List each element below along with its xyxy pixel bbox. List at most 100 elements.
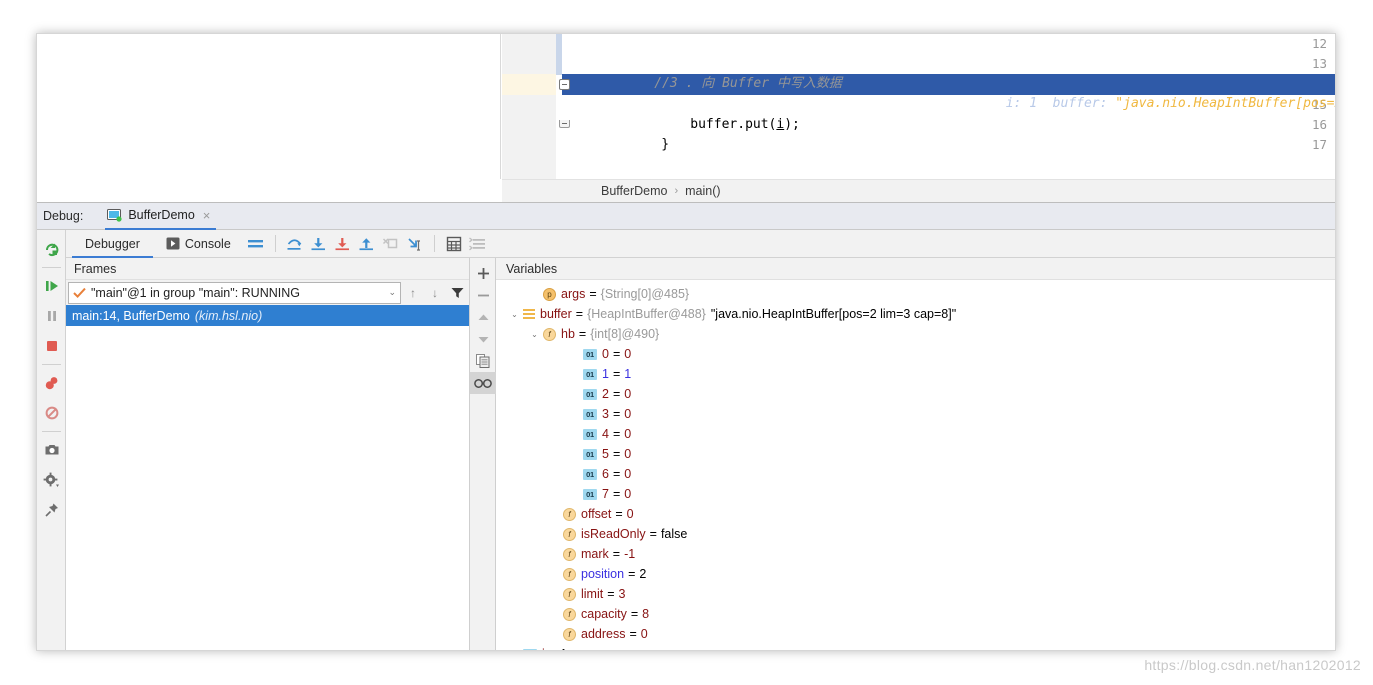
filter-icon[interactable]: [447, 282, 467, 304]
thread-selector[interactable]: "main"@1 in group "main": RUNNING ⌄: [68, 281, 401, 304]
tree-spacer: ·: [568, 388, 581, 401]
debug-session-tab[interactable]: BufferDemo ×: [105, 203, 217, 230]
debug-session-icon: [107, 208, 122, 222]
variables-tree[interactable]: ·pargs={String[0]@485}⌄buffer={HeapIntBu…: [496, 280, 1335, 650]
rerun-button[interactable]: [37, 234, 66, 264]
variable-row[interactable]: ·01 3=0: [496, 404, 1335, 424]
variable-equals: =: [612, 547, 621, 561]
chevron-down-icon[interactable]: ⌄: [508, 308, 521, 321]
field-badge-icon: f: [563, 527, 576, 541]
breadcrumb[interactable]: BufferDemo › main(): [502, 179, 1335, 202]
variable-equals: =: [612, 407, 621, 421]
frame-down-button[interactable]: ↓: [425, 282, 445, 304]
variable-row[interactable]: ·f address=0: [496, 624, 1335, 644]
breadcrumb-method[interactable]: main(): [685, 184, 720, 198]
variable-row[interactable]: ·pargs={String[0]@485}: [496, 284, 1335, 304]
force-step-into-button[interactable]: [331, 232, 355, 256]
breadcrumb-class[interactable]: BufferDemo: [601, 184, 667, 198]
fold-marker-open-icon[interactable]: [559, 79, 570, 90]
mute-breakpoints-button[interactable]: [37, 398, 66, 428]
stop-button[interactable]: [37, 331, 66, 361]
variable-row[interactable]: ·f capacity=8: [496, 604, 1335, 624]
drop-frame-button: [379, 232, 403, 256]
debugger-toolbar: Debugger Console: [66, 230, 1335, 258]
variable-equals: =: [612, 347, 621, 361]
variable-row[interactable]: ·flimit=3: [496, 584, 1335, 604]
triangle-up-icon[interactable]: [470, 306, 496, 328]
tab-debugger-label: Debugger: [85, 236, 140, 251]
tree-spacer: ·: [568, 488, 581, 501]
copy-icon[interactable]: [470, 350, 496, 372]
tree-spacer: ·: [548, 568, 561, 581]
add-watch-button[interactable]: [470, 262, 496, 284]
tree-spacer: ·: [548, 508, 561, 521]
tree-spacer: ·: [568, 448, 581, 461]
variable-row[interactable]: ⌄ buffer = {HeapIntBuffer@488} "java.nio.Hea…: [496, 304, 1335, 324]
step-into-button[interactable]: [307, 232, 331, 256]
glasses-icon[interactable]: [470, 372, 496, 394]
line-number: 13: [1311, 56, 1327, 71]
variable-row[interactable]: ⌄ f hb = {int[8]@490}: [496, 324, 1335, 344]
field-badge-icon: f: [563, 547, 576, 561]
editor-gutter[interactable]: [502, 34, 556, 179]
show-execution-point-button[interactable]: [244, 232, 268, 256]
variable-row[interactable]: ·01 2=0: [496, 384, 1335, 404]
variable-name: 4: [602, 427, 609, 441]
frame-up-button[interactable]: ↑: [403, 282, 423, 304]
variable-equals: =: [607, 587, 615, 601]
triangle-down-icon[interactable]: [470, 328, 496, 350]
variable-row[interactable]: ·01 i = 1: [496, 644, 1335, 650]
variable-row[interactable]: ·foffset=0: [496, 504, 1335, 524]
variable-row[interactable]: ·01 5=0: [496, 444, 1335, 464]
variable-row[interactable]: ·01 7=0: [496, 484, 1335, 504]
chevron-down-icon[interactable]: ⌄: [528, 328, 541, 341]
tree-spacer: ·: [568, 428, 581, 441]
pin-icon[interactable]: [37, 495, 66, 525]
editor-area: 12 13 14 15 16 17 //3 . 向 Buffer 中写入数据 f…: [37, 34, 1335, 179]
variable-reference: {HeapIntBuffer@488}: [587, 307, 706, 321]
variable-name: offset: [581, 507, 612, 521]
resume-program-button[interactable]: [37, 271, 66, 301]
pause-program-button[interactable]: [37, 301, 66, 331]
variable-value: -1: [624, 547, 636, 561]
code-pane[interactable]: 12 13 14 15 16 17 //3 . 向 Buffer 中写入数据 f…: [502, 34, 1335, 179]
frame-row[interactable]: main:14, BufferDemo (kim.hsl.nio): [66, 305, 469, 326]
tree-spacer: ·: [568, 368, 581, 381]
variables-pane: Variables ·pargs={String[0]@485}⌄buffer=…: [496, 258, 1335, 650]
variable-value: 1: [624, 367, 632, 381]
variable-equals: =: [575, 307, 584, 321]
variable-row[interactable]: ·f position=2: [496, 564, 1335, 584]
frame-package: (kim.hsl.nio): [194, 308, 263, 323]
close-icon[interactable]: ×: [203, 209, 211, 222]
frames-list[interactable]: main:14, BufferDemo (kim.hsl.nio): [66, 305, 469, 630]
view-breakpoints-button[interactable]: [37, 368, 66, 398]
chevron-down-icon[interactable]: ⌄: [388, 287, 396, 298]
step-out-button[interactable]: [355, 232, 379, 256]
run-to-cursor-button[interactable]: [403, 232, 427, 256]
code-put-statement: buffer.put(i);: [690, 117, 800, 132]
variable-row[interactable]: ·01 1=1: [496, 364, 1335, 384]
variable-row[interactable]: ·01 0=0: [496, 344, 1335, 364]
step-over-button[interactable]: [283, 232, 307, 256]
variable-name: 0: [602, 347, 609, 361]
tree-spacer: ·: [528, 288, 541, 301]
tab-console[interactable]: Console: [153, 230, 244, 258]
prim-badge-icon: 01: [583, 428, 597, 440]
breadcrumb-separator-icon: ›: [674, 185, 679, 197]
tab-debugger[interactable]: Debugger: [72, 230, 153, 258]
list-settings-button: [466, 232, 490, 256]
variable-row[interactable]: ·01 4=0: [496, 424, 1335, 444]
camera-icon[interactable]: [37, 435, 66, 465]
variable-row[interactable]: ·01 6=0: [496, 464, 1335, 484]
evaluate-expression-button[interactable]: [442, 232, 466, 256]
variable-equals: =: [578, 327, 587, 341]
variable-value: 8: [642, 607, 650, 621]
fold-marker-close-icon[interactable]: [559, 120, 570, 128]
variable-row[interactable]: ·f isReadOnly=false: [496, 524, 1335, 544]
variables-title: Variables: [496, 258, 1335, 280]
variable-row[interactable]: ·fmark=-1: [496, 544, 1335, 564]
gear-icon[interactable]: [37, 465, 66, 495]
variable-value: 0: [626, 507, 634, 521]
variable-equals: =: [628, 567, 636, 581]
remove-watch-button[interactable]: [470, 284, 496, 306]
